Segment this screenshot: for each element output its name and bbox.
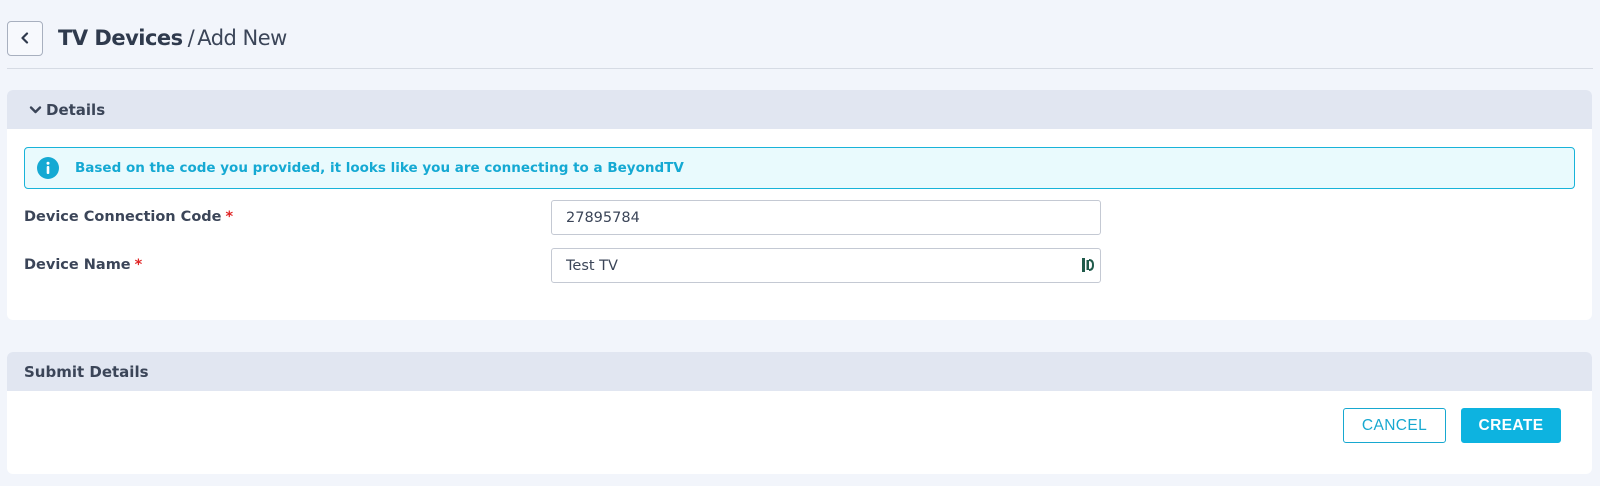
device-name-field <box>551 248 1101 283</box>
back-button[interactable] <box>7 20 43 56</box>
header-divider <box>7 68 1593 69</box>
info-circle-icon <box>37 157 59 179</box>
chevron-left-icon <box>21 32 29 44</box>
breadcrumb-current: Add New <box>197 26 287 50</box>
submit-panel: Submit Details CANCEL CREATE <box>7 352 1592 474</box>
password-manager-icon[interactable] <box>1081 257 1095 273</box>
details-panel: Details Based on the code you provided, … <box>7 90 1592 320</box>
device-connection-code-label: Device Connection Code * <box>24 209 233 225</box>
device-name-input[interactable] <box>551 248 1101 283</box>
device-name-label: Device Name * <box>24 257 142 273</box>
chevron-down-icon <box>29 103 42 116</box>
submit-section-header: Submit Details <box>7 352 1592 391</box>
submit-section-title: Submit Details <box>24 362 149 381</box>
breadcrumb-parent[interactable]: TV Devices <box>58 26 183 50</box>
required-marker: * <box>225 209 234 225</box>
required-marker: * <box>134 257 143 273</box>
create-button[interactable]: CREATE <box>1461 408 1561 443</box>
cancel-button[interactable]: CANCEL <box>1343 408 1446 443</box>
info-message: Based on the code you provided, it looks… <box>75 160 684 176</box>
details-section-title: Details <box>46 100 106 119</box>
page-title: TV Devices / Add New <box>58 26 287 50</box>
field-label-text: Device Connection Code <box>24 209 222 225</box>
info-alert: Based on the code you provided, it looks… <box>24 147 1575 189</box>
breadcrumb-separator: / <box>187 26 195 50</box>
field-label-text: Device Name <box>24 257 131 273</box>
page-header: TV Devices / Add New <box>7 20 287 56</box>
device-connection-code-input[interactable] <box>551 200 1101 235</box>
details-section-header[interactable]: Details <box>7 90 1592 129</box>
